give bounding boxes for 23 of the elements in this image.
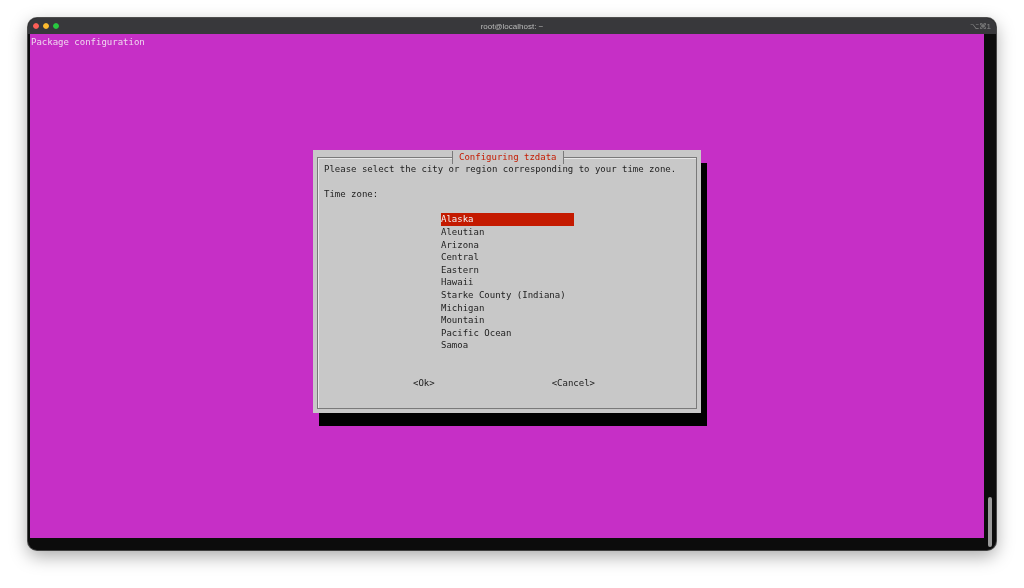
list-item[interactable]: Eastern	[441, 263, 574, 277]
screen-header: Package configuration	[30, 36, 146, 48]
scrollbar[interactable]	[988, 497, 992, 547]
list-item[interactable]: Arizona	[441, 238, 574, 252]
list-item[interactable]: Alaska	[441, 213, 574, 226]
dialog-button[interactable]: <Cancel>	[551, 376, 596, 390]
list-item[interactable]: Pacific Ocean	[441, 326, 574, 340]
dialog-button[interactable]: <Ok>	[413, 376, 435, 390]
list-item[interactable]: Mountain	[441, 314, 574, 327]
minimize-icon[interactable]	[43, 23, 49, 29]
list-item[interactable]: Central	[441, 251, 574, 264]
close-icon[interactable]	[33, 23, 39, 29]
list-item[interactable]: Starke County (Indiana)	[441, 288, 574, 302]
list-item[interactable]: Hawaii	[441, 276, 574, 289]
window-title: root@localhost: ~	[480, 21, 544, 31]
maximize-icon[interactable]	[53, 23, 59, 29]
shortcut-label: ⌥⌘1	[969, 21, 991, 31]
dialog-title: Configuring tzdata	[452, 151, 564, 164]
field-label: Time zone:	[324, 188, 380, 201]
list-item[interactable]: Michigan	[441, 301, 574, 315]
prompt-text: Please select the city or region corresponding to your time zone.	[324, 163, 678, 176]
list-item[interactable]: Samoa	[441, 339, 574, 352]
list-item[interactable]: Aleutian	[441, 225, 574, 239]
